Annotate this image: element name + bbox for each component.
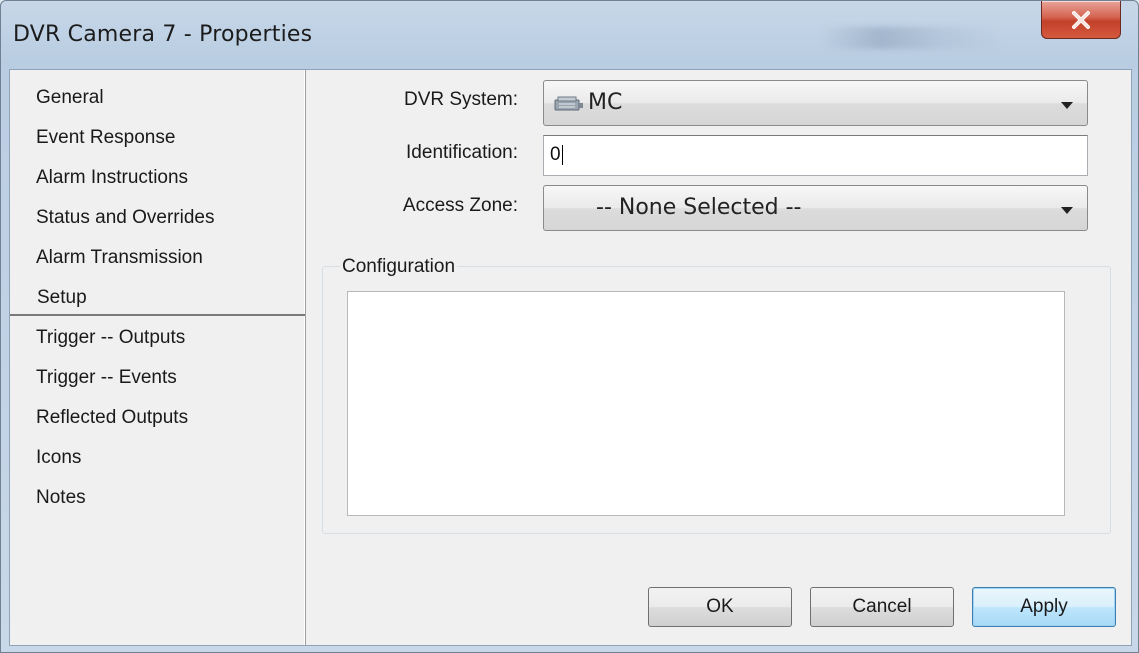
nav-item-general[interactable]: General — [36, 80, 104, 116]
text-caret — [561, 144, 563, 165]
identification-input[interactable]: 0 — [543, 135, 1088, 176]
access-zone-label: Access Zone: — [402, 195, 518, 216]
dvr-system-value: MC — [588, 90, 623, 115]
nav-item-alarm-transmission[interactable]: Alarm Transmission — [36, 240, 203, 276]
nav-item-trigger-events[interactable]: Trigger -- Events — [36, 360, 177, 396]
dvr-system-label: DVR System: — [403, 89, 518, 110]
nav-item-icons[interactable]: Icons — [36, 440, 81, 476]
title-bar[interactable]: DVR Camera 7 - Properties — [1, 1, 1138, 69]
nav-item-trigger-outputs[interactable]: Trigger -- Outputs — [36, 320, 185, 356]
dvr-system-dropdown[interactable]: MC — [543, 80, 1088, 126]
chevron-down-icon — [1061, 207, 1073, 214]
title-bar-background-blur — [821, 27, 1001, 49]
configuration-panel[interactable] — [347, 291, 1065, 516]
dialog-client-area: General Event Response Alarm Instruction… — [9, 69, 1132, 646]
chevron-down-icon — [1061, 102, 1073, 109]
identification-value: 0 — [550, 144, 561, 165]
nav-item-notes[interactable]: Notes — [36, 480, 86, 516]
nav-item-setup[interactable]: Setup — [10, 280, 305, 316]
close-icon — [1072, 10, 1090, 29]
properties-dialog: DVR Camera 7 - Properties General Event … — [0, 0, 1139, 653]
identification-label: Identification: — [406, 142, 518, 163]
window-title: DVR Camera 7 - Properties — [13, 22, 313, 47]
nav-item-event-response[interactable]: Event Response — [36, 120, 175, 156]
ok-button[interactable]: OK — [648, 587, 792, 627]
nav-item-alarm-instructions[interactable]: Alarm Instructions — [36, 160, 188, 196]
configuration-title: Configuration — [340, 256, 458, 278]
access-zone-dropdown[interactable]: -- None Selected -- — [543, 185, 1088, 231]
apply-button[interactable]: Apply — [972, 587, 1116, 627]
cancel-button[interactable]: Cancel — [810, 587, 954, 627]
dvr-device-icon — [554, 96, 583, 111]
close-button[interactable] — [1041, 1, 1121, 39]
properties-nav: General Event Response Alarm Instruction… — [10, 70, 306, 645]
nav-item-status-and-overrides[interactable]: Status and Overrides — [36, 200, 214, 236]
access-zone-value: -- None Selected -- — [596, 195, 802, 220]
nav-item-reflected-outputs[interactable]: Reflected Outputs — [36, 400, 188, 436]
